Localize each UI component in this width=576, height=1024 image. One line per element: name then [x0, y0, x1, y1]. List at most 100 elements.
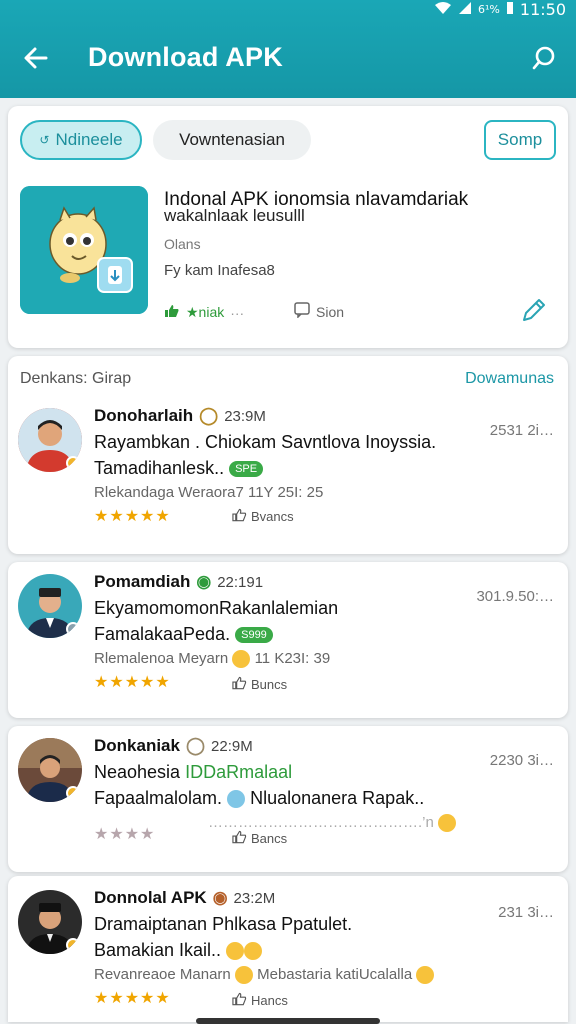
- like-label: Hancs: [251, 993, 288, 1008]
- chip-active[interactable]: ↺ Ndineele: [20, 120, 142, 160]
- badge-icon: ◉: [212, 888, 228, 907]
- app-info-card: ↺ Ndineele Vowntenasian Somp Indonal APK…: [8, 106, 568, 348]
- pencil-icon: [523, 299, 545, 321]
- avatar[interactable]: [18, 890, 82, 954]
- review-pill: S999: [235, 627, 273, 644]
- app-bar: 6¹% 11:50 Download APK: [0, 0, 576, 98]
- review-meta: Revanreaoe Manarn Mebastaria katiUcalall…: [94, 966, 435, 985]
- home-indicator[interactable]: [196, 1018, 380, 1024]
- review-stars: ★★★★★: [94, 674, 171, 691]
- review-meta-text: Rlemalenoa Meyarn: [94, 650, 229, 667]
- review-text-2-content: Fapaalmalolam.: [94, 788, 223, 808]
- review-stars: ★★★★★: [94, 990, 171, 1007]
- page-title: Download APK: [88, 42, 283, 72]
- badge-icon: ◯: [199, 406, 219, 425]
- review-meta-text-2: Mebastaria katiUcalalla: [257, 966, 413, 983]
- like-button[interactable]: Bvancs: [232, 508, 294, 525]
- review-card: Pomamdiah ◉ 22:191 301.9.50:… Ekyamomomo…: [8, 562, 568, 718]
- battery-percent: 6¹%: [478, 2, 500, 16]
- review-meta: Rlekandaga Weraora7 11Y 25I: 25: [94, 484, 324, 501]
- review-card: Donnolal APK ◉ 23:2M 231 3i… Dramaiptana…: [8, 876, 568, 1022]
- smiley-icon: [234, 966, 253, 985]
- review-pill: SPE: [229, 461, 264, 478]
- avatar[interactable]: [18, 408, 82, 472]
- reviewer-name-text: Pomamdiah: [94, 572, 191, 591]
- review-text-2: Tamadihanlesk.. SPE: [94, 458, 264, 479]
- emoji-icon: [227, 790, 246, 809]
- reviewer-name: Donnolal APK ◉ 23:2M: [94, 888, 275, 908]
- reviewer-name-text: Donoharlaih: [94, 406, 194, 425]
- reviewer-name-text: Donnolal APK: [94, 888, 207, 907]
- reviews-section-link[interactable]: Dowamunas: [465, 370, 554, 388]
- like-button[interactable]: Hancs: [232, 992, 288, 1009]
- reviewer-name: Pomamdiah ◉ 22:191: [94, 572, 263, 592]
- review-text: Dramaiptanan Phlkasa Ppatulet.: [94, 914, 353, 934]
- wifi-icon: [434, 0, 452, 19]
- reviews-section-title: Denkans: Girap: [20, 370, 132, 387]
- review-date: 2531 2i…: [489, 422, 554, 439]
- thumbs-up-icon: [164, 304, 180, 321]
- status-bar: 6¹% 11:50: [434, 0, 566, 19]
- review-meta-text: Revanreaoe Manarn: [94, 966, 231, 983]
- action-button[interactable]: Somp: [484, 120, 556, 160]
- app-rating: ★niak ···: [164, 304, 244, 321]
- review-time: 23:9M: [224, 407, 266, 425]
- thumbs-up-icon: [232, 676, 247, 693]
- review-text-2-tail: Nlualonanera Rapak..: [250, 788, 425, 808]
- review-meta-time: 11 K23I: 39: [254, 650, 331, 667]
- avatar[interactable]: [18, 574, 82, 638]
- clock: 11:50: [519, 0, 566, 19]
- review-date: 2230 3i…: [489, 752, 554, 769]
- search-button[interactable]: [526, 40, 562, 76]
- review-text-2: Fapaalmalolam. Nlualonanera Rapak..: [94, 788, 424, 809]
- app-icon: [20, 186, 148, 314]
- rating-label: ★niak: [186, 304, 225, 320]
- refresh-icon: ↺: [39, 133, 50, 147]
- like-button[interactable]: Bancs: [232, 830, 287, 847]
- review-meta: Rlemalenoa Meyarn 11 K23I: 39: [94, 650, 331, 669]
- review-text: EkyamomomonRakanlalemian: [94, 598, 339, 618]
- review-time: 23:2M: [233, 889, 276, 907]
- app-subtitle: wakalnlaak leusulll: [164, 206, 305, 225]
- edit-button[interactable]: [516, 294, 550, 328]
- review-text-highlight: IDDaRmalaal: [185, 762, 293, 782]
- sign-label: Sion: [316, 303, 345, 320]
- reviewer-name: Donkaniak ◯ 22:9M: [94, 736, 253, 756]
- signal-icon: [458, 0, 472, 19]
- badge-icon: ◉: [196, 572, 212, 591]
- app-version: Fy kam Inafesa8: [164, 262, 275, 279]
- back-button[interactable]: [18, 40, 54, 76]
- emoji-icon: [244, 942, 263, 961]
- review-date: 301.9.50:…: [476, 588, 554, 605]
- review-text: Neaohesia IDDaRmalaal: [94, 762, 292, 783]
- like-button[interactable]: Buncs: [232, 676, 287, 693]
- chip-secondary[interactable]: Vowntenasian: [153, 120, 311, 160]
- app-size: Olans: [164, 236, 201, 252]
- review-meta-text: …………………………………….’n: [208, 814, 434, 831]
- review-text-2-content: Tamadihanlesk..: [94, 458, 225, 478]
- review-card: Donkaniak ◯ 22:9M 2230 3i… Neaohesia IDD…: [8, 726, 568, 872]
- review-time: 22:191: [217, 573, 264, 591]
- review-text-2: FamalakaaPeda. S999: [94, 624, 273, 645]
- chip-active-label: Ndineele: [55, 130, 123, 149]
- thumbs-up-icon: [232, 830, 247, 847]
- review-text-2: Bamakian Ikail..: [94, 940, 263, 961]
- like-label: Bvancs: [251, 509, 294, 524]
- reviewer-name-text: Donkaniak: [94, 736, 180, 755]
- emoji-icon: [226, 942, 245, 961]
- review-text-content: Neaohesia: [94, 762, 186, 782]
- rating-dots: ···: [230, 304, 245, 321]
- like-label: Bancs: [251, 831, 288, 846]
- search-icon: [532, 46, 555, 70]
- review-stars: ★★★★: [94, 826, 156, 843]
- like-label: Buncs: [251, 677, 288, 692]
- badge-icon: ◯: [185, 736, 206, 755]
- app-sign: Sion: [294, 302, 344, 321]
- arrow-left-icon: [24, 47, 48, 69]
- review-time: 22:9M: [211, 737, 253, 755]
- review-text-2-content: FamalakaaPeda.: [94, 624, 231, 644]
- smiley-icon: [416, 966, 435, 985]
- review-date: 231 3i…: [498, 904, 554, 921]
- review-text: Rayambkan . Chiokam Savntlova Inoyssia.: [94, 432, 437, 452]
- avatar[interactable]: [18, 738, 82, 802]
